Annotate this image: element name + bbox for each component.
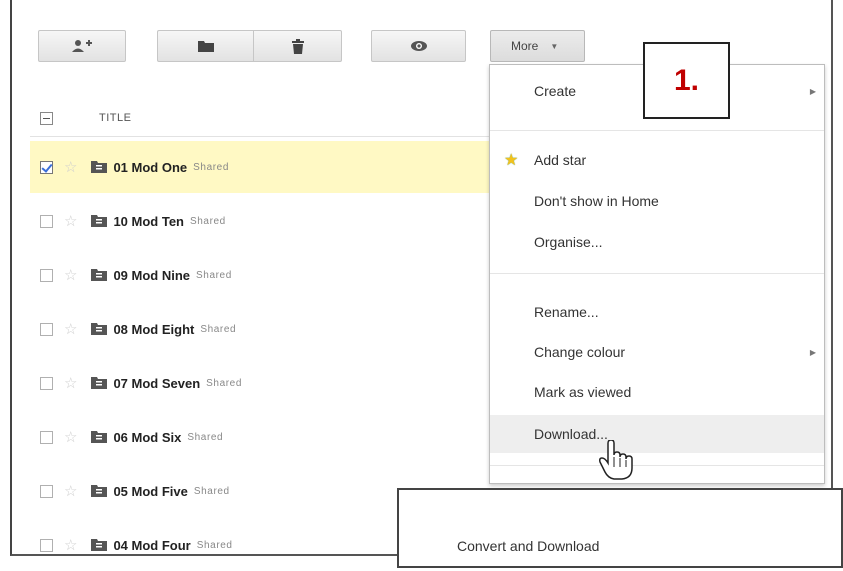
share-button[interactable]	[38, 30, 126, 62]
item-title[interactable]: 01 Mod One	[113, 160, 187, 175]
item-title[interactable]: 06 Mod Six	[113, 430, 181, 445]
add-people-icon	[71, 39, 93, 53]
star-icon[interactable]: ☆	[64, 322, 77, 337]
convert-download-dialog: Convert and Download	[397, 488, 843, 568]
shared-label: Shared	[196, 539, 233, 551]
item-title[interactable]: 07 Mod Seven	[113, 376, 200, 391]
star-icon[interactable]: ☆	[64, 538, 77, 553]
star-icon: ★	[504, 152, 519, 169]
delete-button[interactable]	[254, 30, 342, 62]
item-title[interactable]: 08 Mod Eight	[113, 322, 194, 337]
star-icon[interactable]: ☆	[64, 484, 77, 499]
shared-folder-icon	[91, 539, 108, 551]
select-all-checkbox[interactable]	[40, 111, 53, 125]
menu-item-dont-show-in-home[interactable]: Don't show in Home	[490, 182, 824, 220]
shared-label: Shared	[193, 161, 229, 173]
preview-button[interactable]	[371, 30, 466, 62]
menu-item-label: Don't show in Home	[534, 193, 659, 209]
shared-folder-icon	[91, 377, 108, 389]
shared-label: Shared	[187, 431, 224, 443]
row-checkbox[interactable]	[40, 214, 53, 228]
shared-folder-icon	[91, 431, 108, 443]
menu-separator	[490, 130, 824, 131]
list-header: TITLE	[38, 100, 493, 136]
menu-item-label: Mark as viewed	[534, 384, 632, 400]
shared-label: Shared	[196, 269, 232, 281]
menu-item-mark-as-viewed[interactable]: Mark as viewed	[490, 373, 824, 411]
chevron-right-icon: ▶	[809, 86, 816, 96]
menu-item-label: Organise...	[534, 234, 603, 250]
more-dropdown-menu: Create ▶ ★ Add star Don't show in Home O…	[489, 64, 825, 484]
star-icon[interactable]: ☆	[64, 376, 77, 391]
item-title[interactable]: 05 Mod Five	[113, 484, 187, 499]
dialog-title: Convert and Download	[457, 538, 600, 554]
shared-label: Shared	[193, 485, 230, 497]
shared-folder-icon	[91, 323, 108, 335]
header-divider	[30, 136, 493, 137]
shared-folder-icon	[91, 161, 108, 173]
row-checkbox[interactable]	[40, 430, 53, 444]
star-icon[interactable]: ☆	[64, 430, 77, 445]
list-item[interactable]: ☆ 01 Mod One Shared	[30, 141, 493, 193]
hand-pointer-icon	[599, 439, 633, 485]
move-to-folder-button[interactable]	[157, 30, 253, 62]
menu-item-rename[interactable]: Rename...	[490, 293, 824, 331]
star-icon[interactable]: ☆	[64, 214, 77, 229]
list-item[interactable]: ☆ 06 Mod Six Shared	[30, 411, 493, 463]
list-item[interactable]: ☆ 07 Mod Seven Shared	[30, 357, 493, 409]
row-checkbox[interactable]	[40, 322, 53, 336]
menu-item-change-colour[interactable]: Change colour ▶	[490, 333, 824, 371]
shared-folder-icon	[91, 269, 108, 281]
shared-label: Shared	[200, 323, 237, 335]
shared-label: Shared	[190, 215, 226, 227]
item-title[interactable]: 10 Mod Ten	[113, 214, 184, 229]
shared-folder-icon	[91, 485, 108, 497]
row-checkbox[interactable]	[40, 268, 53, 282]
step-callout: 1.	[643, 42, 730, 119]
shared-folder-icon	[91, 215, 108, 227]
more-label: More	[511, 39, 539, 53]
item-title[interactable]: 09 Mod Nine	[113, 268, 190, 283]
star-icon[interactable]: ☆	[64, 160, 77, 175]
item-title[interactable]: 04 Mod Four	[113, 538, 190, 553]
row-checkbox[interactable]	[40, 376, 53, 390]
row-checkbox[interactable]	[40, 484, 53, 498]
shared-label: Shared	[206, 377, 243, 389]
star-icon[interactable]: ☆	[64, 268, 77, 283]
row-checkbox[interactable]	[40, 160, 53, 174]
menu-item-label: Add star	[534, 152, 587, 168]
menu-item-add-star[interactable]: ★ Add star	[490, 141, 824, 179]
chevron-right-icon: ▶	[809, 347, 816, 357]
list-item[interactable]: ☆ 10 Mod Ten Shared	[30, 195, 493, 247]
title-column-header[interactable]: TITLE	[99, 112, 131, 124]
menu-item-label: Create	[534, 83, 577, 99]
menu-separator	[490, 465, 824, 466]
menu-separator	[490, 273, 824, 274]
menu-item-label: Download...	[534, 426, 608, 442]
folder-icon	[197, 40, 214, 52]
more-button[interactable]: More ▼	[490, 30, 585, 62]
list-item[interactable]: ☆ 09 Mod Nine Shared	[30, 249, 493, 301]
menu-item-label: Rename...	[534, 304, 599, 320]
row-checkbox[interactable]	[40, 538, 53, 552]
menu-item-organise[interactable]: Organise...	[490, 223, 824, 261]
chevron-down-icon: ▼	[550, 41, 559, 51]
list-item[interactable]: ☆ 08 Mod Eight Shared	[30, 303, 493, 355]
preview-eye-icon	[410, 40, 428, 52]
menu-item-download[interactable]: Download...	[490, 415, 824, 453]
menu-item-label: Change colour	[534, 344, 626, 360]
trash-icon	[291, 38, 304, 54]
